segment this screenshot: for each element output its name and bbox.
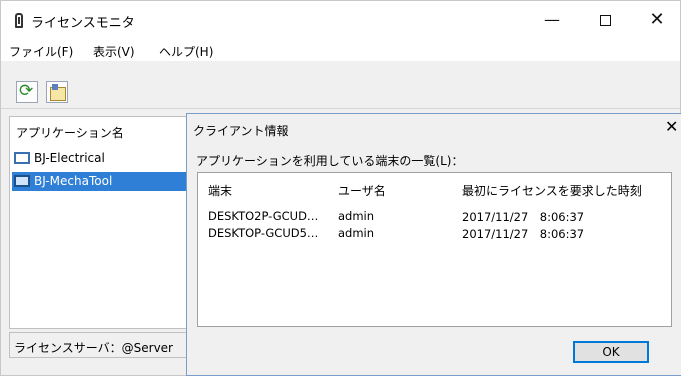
cell-user: admin [338,209,375,223]
cell-user: admin [338,226,375,240]
minimize-button[interactable]: — [529,1,575,39]
close-button[interactable]: ✕ [634,1,680,39]
terminal-list-caption: アプリケーションを利用している端末の一覧(L)： [196,154,464,168]
menu-file[interactable]: ファイル(F) [9,43,73,60]
application-icon [14,152,30,164]
list-item-label: BJ-MechaTool [34,174,113,188]
application-list-header: アプリケーション名 [16,126,124,140]
list-item-bj-electrical[interactable]: BJ-Electrical [12,149,186,168]
application-icon [14,175,30,187]
cell-time: 2017/11/27 8:06:37 [462,227,585,241]
menu-bar: ファイル(F) 表示(V) ヘルプ(H) [1,39,680,61]
toolbar [1,75,680,109]
column-header-terminal[interactable]: 端末 [208,182,232,199]
cell-terminal: DESKTO2P-GCUD… [208,209,319,223]
cell-terminal: DESKTOP-GCUD5… [208,226,319,240]
table-row[interactable]: DESKTOP-GCUD5… admin 2017/11/27 8:06:37 [198,226,671,242]
window-title: ライセンスモニタ [31,16,135,31]
column-header-time[interactable]: 最初にライセンスを要求した時刻 [462,182,642,199]
table-row[interactable]: DESKTO2P-GCUD… admin 2017/11/27 8:06:37 [198,209,671,225]
list-item-label: BJ-Electrical [34,151,105,165]
client-info-icon[interactable] [46,81,68,103]
menu-view[interactable]: 表示(V) [93,43,135,60]
maximize-icon [599,15,611,26]
dialog-title: クライアント情報 [193,124,289,138]
menu-help[interactable]: ヘルプ(H) [159,43,213,60]
maximize-button[interactable] [582,1,628,39]
column-header-user[interactable]: ユーザ名 [338,182,386,199]
list-item-bj-mechatool[interactable]: BJ-MechaTool [12,172,186,191]
dialog-close-button[interactable]: ✕ [665,117,678,136]
title-bar: ライセンスモニタ — ✕ [1,1,680,39]
cell-time: 2017/11/27 8:06:37 [462,210,585,224]
client-info-dialog: クライアント情報 ✕ アプリケーションを利用している端末の一覧(L)： 端末 ユ… [186,113,681,376]
application-list[interactable]: アプリケーション名 BJ-Electrical BJ-MechaTool [9,116,187,329]
terminal-list[interactable]: 端末 ユーザ名 最初にライセンスを要求した時刻 DESKTO2P-GCUD… a… [197,172,672,327]
ok-button[interactable]: OK [573,341,649,363]
status-bar: ライセンスサーバ：@Server [9,332,187,358]
refresh-icon[interactable] [16,81,38,103]
app-icon [15,13,23,28]
status-text: ライセンスサーバ：@Server [14,341,173,355]
